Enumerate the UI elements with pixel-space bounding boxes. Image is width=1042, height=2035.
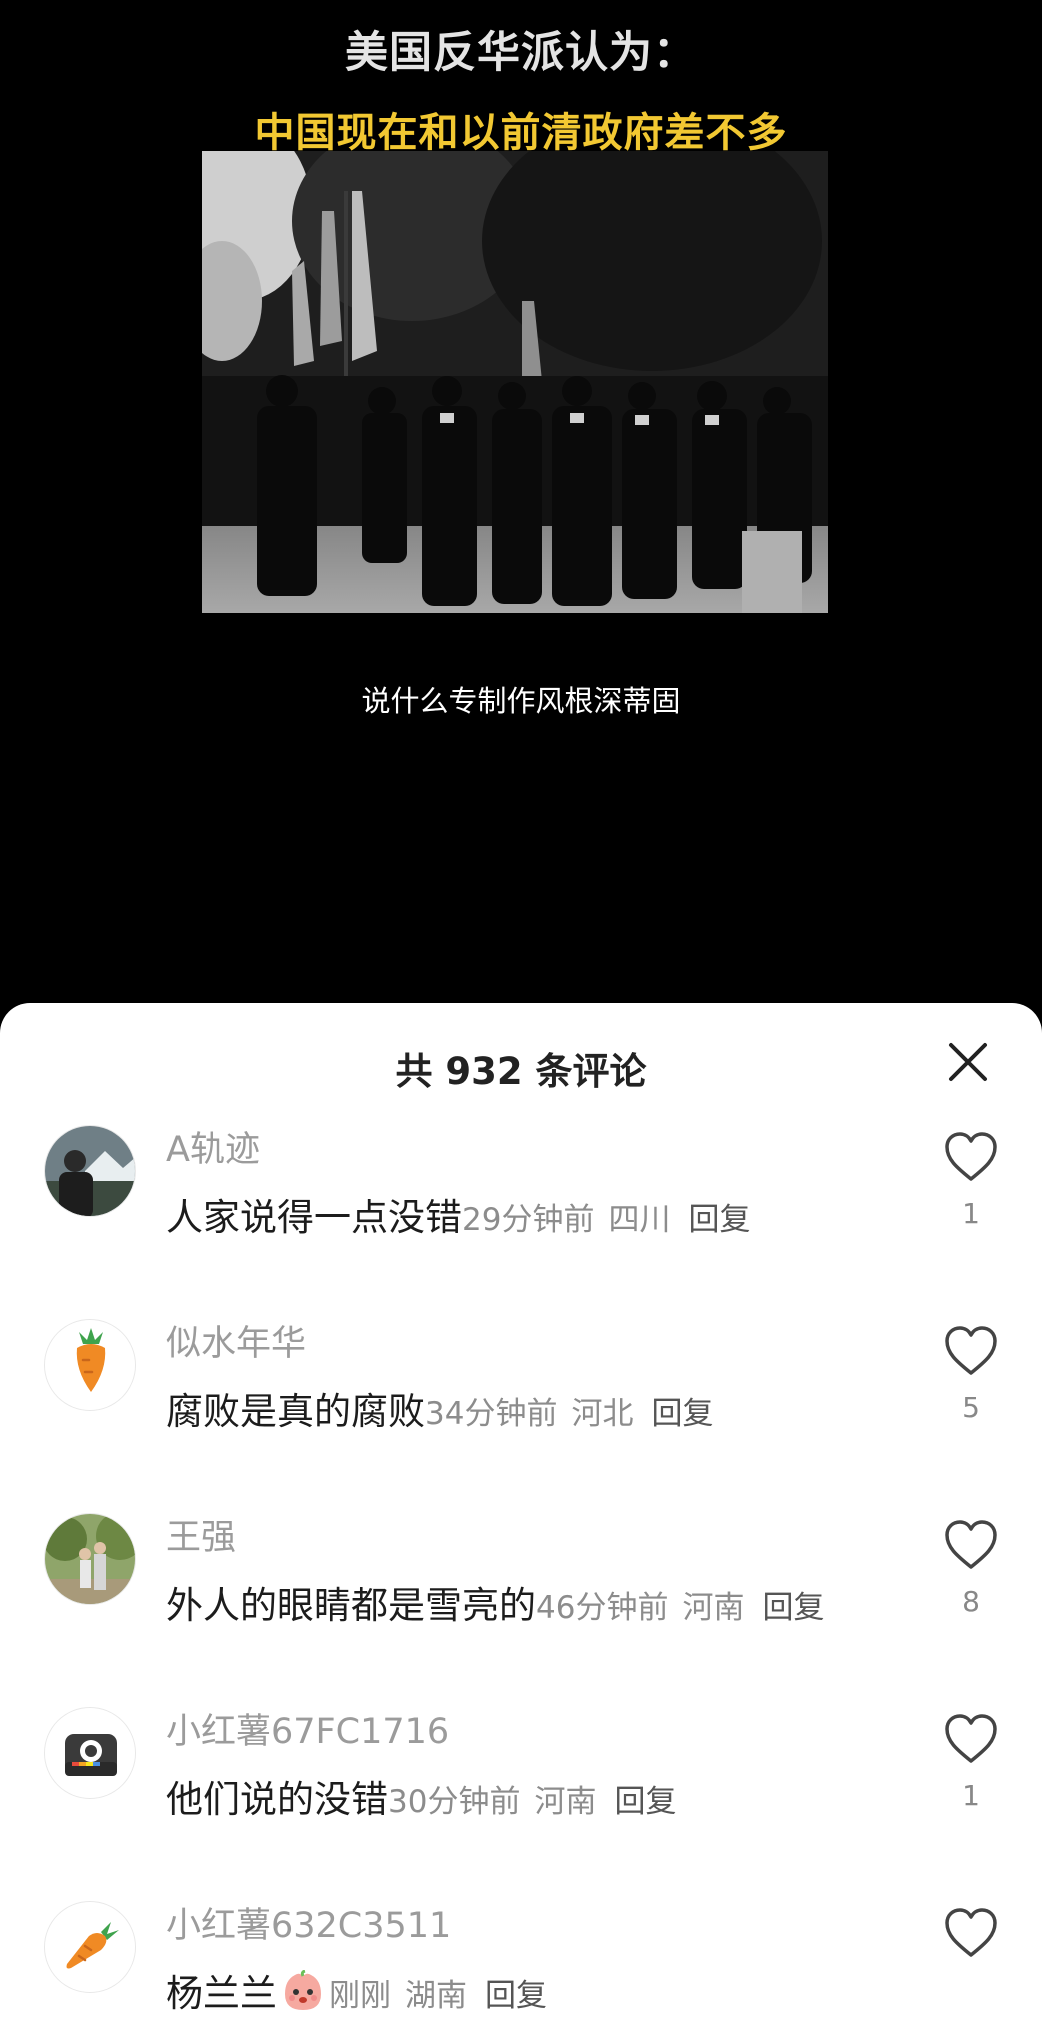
comment-username[interactable]: 王强 — [166, 1509, 236, 1560]
close-icon[interactable] — [944, 1038, 992, 1086]
historical-parade-image — [202, 151, 828, 613]
reply-button[interactable]: 回复 — [762, 1590, 824, 1626]
avatar[interactable] — [44, 1319, 136, 1411]
avatar[interactable] — [44, 1125, 136, 1217]
comment-region: 湖南 — [405, 1978, 467, 2014]
comment-count-title: 共 932 条评论 — [395, 1050, 647, 1093]
comment-text: 他们说的没错 — [166, 1778, 388, 1821]
comment-text: 腐败是真的腐败 — [166, 1390, 425, 1433]
comment-time: 46分钟前 — [536, 1590, 669, 1626]
carrot-avatar — [45, 1320, 135, 1410]
avatar[interactable] — [44, 1901, 136, 1993]
comment-time: 29分钟前 — [462, 1202, 595, 1238]
comment-username[interactable]: 似水年华 — [166, 1315, 306, 1366]
video-frame[interactable] — [202, 151, 828, 613]
comment-username[interactable]: 小红薯67FC1716 — [166, 1703, 449, 1754]
video-caption: 说什么专制作风根深蒂固 — [361, 684, 681, 718]
comment-time: 34分钟前 — [425, 1396, 558, 1432]
comment-region: 四川 — [608, 1202, 671, 1238]
avatar[interactable] — [44, 1707, 136, 1799]
reply-button[interactable]: 回复 — [485, 1978, 547, 2014]
peach-face-emoji-icon — [281, 1969, 325, 2018]
video-title-overlay: 美国反华派认为： — [345, 28, 697, 78]
reply-button[interactable]: 回复 — [688, 1202, 750, 1238]
reply-button[interactable]: 回复 — [651, 1396, 713, 1432]
comment-region: 河南 — [682, 1590, 745, 1626]
avatar[interactable] — [44, 1513, 136, 1605]
video-subtitle-overlay: 中国现在和以前清政府差不多 — [254, 110, 788, 156]
reply-button[interactable]: 回复 — [614, 1784, 676, 1820]
like-count: 1 — [962, 1779, 980, 1812]
comment-region: 河南 — [534, 1784, 597, 1820]
carrot-avatar — [45, 1902, 135, 1992]
heart-icon[interactable] — [942, 1517, 1000, 1573]
comment-sheet: 共 932 条评论 A轨迹 人家说得一点没错29分钟前 四川 回复 1 似水年华… — [0, 1003, 1042, 2035]
comment-text: 人家说得一点没错 — [166, 1196, 462, 1239]
comment-username[interactable]: 小红薯632C3511 — [166, 1897, 451, 1948]
comment-item: 似水年华 腐败是真的腐败34分钟前 河北 回复 5 — [0, 1319, 1042, 1499]
heart-icon[interactable] — [942, 1711, 1000, 1767]
video-screen[interactable]: 美国反华派认为： 中国现在和以前清政府差不多 说什么专制作风根深蒂固 共 932… — [0, 0, 1042, 2035]
like-count: 5 — [962, 1391, 980, 1424]
heart-icon[interactable] — [942, 1129, 1000, 1185]
comment-text: 外人的眼睛都是雪亮的 — [166, 1584, 536, 1627]
photo-avatar — [45, 1126, 135, 1216]
comment-text: 杨兰兰 — [166, 1972, 277, 2015]
family-photo-avatar — [45, 1514, 135, 1604]
comment-time: 刚刚 — [329, 1978, 391, 2014]
camera-avatar — [45, 1708, 135, 1798]
comment-time: 30分钟前 — [388, 1784, 521, 1820]
comment-item: 小红薯67FC1716 他们说的没错30分钟前 河南 回复 1 — [0, 1707, 1042, 1887]
heart-icon[interactable] — [942, 1323, 1000, 1379]
comment-username[interactable]: A轨迹 — [166, 1121, 260, 1172]
comment-region: 河北 — [571, 1396, 634, 1432]
heart-icon[interactable] — [942, 1905, 1000, 1961]
comment-item: A轨迹 人家说得一点没错29分钟前 四川 回复 1 — [0, 1125, 1042, 1305]
comment-item: 小红薯632C3511 杨兰兰 刚刚 湖南 回复 — [0, 1901, 1042, 2035]
like-count: 8 — [962, 1585, 980, 1618]
like-count: 1 — [962, 1197, 980, 1230]
comment-item: 王强 外人的眼睛都是雪亮的46分钟前 河南 回复 8 — [0, 1513, 1042, 1693]
